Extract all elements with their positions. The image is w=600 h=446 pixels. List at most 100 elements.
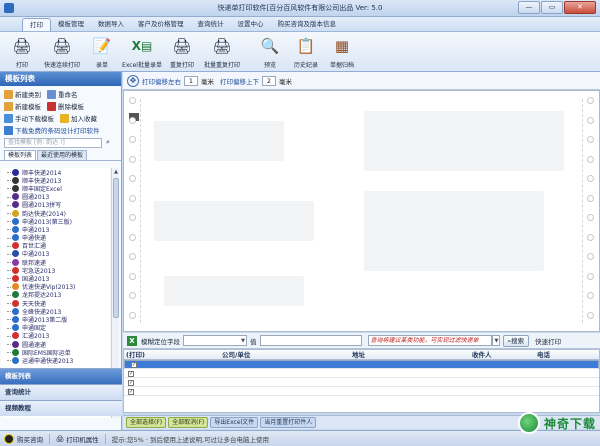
- row-checkbox[interactable]: ✓: [128, 371, 134, 377]
- column-address[interactable]: 地址: [352, 350, 472, 359]
- courier-logo-icon: [12, 332, 19, 340]
- table-row[interactable]: ✓: [124, 387, 599, 396]
- preview-button[interactable]: 🔍 预览: [252, 32, 288, 72]
- column-phone[interactable]: 电话: [537, 350, 593, 359]
- offset-y-input[interactable]: 2: [262, 75, 276, 86]
- template-tree-item[interactable]: 顺丰国定Excel: [2, 184, 110, 193]
- table-row[interactable]: ✓: [124, 369, 599, 378]
- hint-dropdown[interactable]: ▼: [491, 335, 500, 346]
- sidebar-panels: 模板列表 查询统计 视频教程: [0, 368, 122, 416]
- menu-tab-print[interactable]: 打印: [22, 18, 51, 31]
- add-favorite-button[interactable]: 加入收藏: [60, 113, 97, 123]
- excel-import-icon: X▤: [131, 39, 153, 53]
- table-row[interactable]: ✓: [124, 360, 599, 369]
- template-tree-item[interactable]: 汇通2013: [2, 332, 110, 340]
- menu-tab-data-import[interactable]: 数据导入: [91, 18, 131, 31]
- search-button[interactable]: ⌕搜索: [502, 334, 530, 347]
- courier-logo-icon: [12, 168, 19, 176]
- new-template-button[interactable]: 新建模板: [4, 101, 41, 111]
- download-template-button[interactable]: 手动下载模板: [4, 113, 54, 123]
- print-preview-canvas[interactable]: [123, 90, 600, 332]
- reprint-button[interactable]: 🖨 重复打印: [164, 32, 200, 72]
- offset-x-input[interactable]: 1: [184, 75, 198, 86]
- qq-penguin-icon[interactable]: [4, 433, 14, 444]
- move-cross-icon[interactable]: ✥: [127, 74, 139, 87]
- template-tree-item[interactable]: 百世汇通: [2, 242, 110, 250]
- template-tree-item[interactable]: 申通2013第二版: [2, 315, 110, 324]
- menu-tab-settings[interactable]: 设置中心: [231, 18, 271, 31]
- template-tree-item[interactable]: 运通申通快递2013: [2, 356, 110, 365]
- deselect-all-button[interactable]: 全部取消(F): [168, 417, 209, 428]
- menu-tab-customers[interactable]: 客户及价格管理: [131, 18, 191, 31]
- faded-label-area: [364, 191, 544, 271]
- template-tree-item[interactable]: 申通快递: [2, 234, 110, 242]
- download-barcode-software-link[interactable]: 下载免费的条码设计打印软件: [4, 125, 100, 135]
- watermark: 神奇下载: [517, 410, 596, 436]
- maximize-button[interactable]: ▭: [541, 1, 563, 14]
- reprint-icon: 🖨: [172, 37, 192, 55]
- sprocket-hole: [587, 116, 594, 124]
- perforation-line: [140, 99, 141, 323]
- batch-reprint-button[interactable]: 🖨 批量重复打印: [200, 32, 244, 72]
- sprocket-hole: [129, 116, 136, 124]
- excel-import-button[interactable]: X▤ Excel批量录单: [120, 32, 164, 72]
- print-button[interactable]: 🖨 打印: [4, 32, 40, 72]
- scroll-up-icon[interactable]: ▲: [112, 168, 120, 176]
- panel-statistics[interactable]: 查询统计: [0, 384, 122, 400]
- search-icon[interactable]: ⌕: [103, 138, 113, 148]
- magnifier-icon: 🔍: [260, 37, 280, 55]
- excel-icon[interactable]: X: [127, 335, 137, 346]
- delete-template-button[interactable]: 删除模板: [47, 101, 84, 111]
- template-search-input[interactable]: 查找模板 [例: 韵达 !]: [4, 138, 102, 148]
- row-checkbox[interactable]: ✓: [128, 380, 134, 386]
- template-tree-item[interactable]: 宅急送2013: [2, 266, 110, 275]
- template-tree-item[interactable]: 申通2013: [2, 225, 110, 234]
- new-category-button[interactable]: 新建类别: [4, 89, 41, 99]
- faded-label-area: [154, 121, 284, 161]
- printer-icon: 🖨: [56, 434, 65, 443]
- offset-x-control: 打印偏移左右 1 毫米: [142, 75, 214, 86]
- template-tree-item[interactable]: 申通2013(第三版): [2, 217, 110, 226]
- tab-recent-templates[interactable]: 最近使用的模板: [37, 150, 88, 160]
- sprocket-hole: [129, 272, 136, 280]
- column-print[interactable]: (打印): [124, 350, 222, 359]
- hint-input[interactable]: 查询将建议某类功能，可实现过滤快递单: [367, 335, 492, 346]
- history-button[interactable]: 📋 历史纪录: [288, 32, 324, 72]
- reset-sender-button[interactable]: 当月重置打印件人: [260, 417, 317, 428]
- table-row[interactable]: ✓: [124, 378, 599, 387]
- row-checkbox[interactable]: ✓: [131, 362, 137, 368]
- column-recipient[interactable]: 收件人: [472, 350, 537, 359]
- tab-template-list[interactable]: 模板列表: [4, 150, 37, 160]
- template-tree-item[interactable]: 中通2013: [2, 250, 110, 258]
- table-header: (打印) 公司/单位 地址 收件人 电话: [124, 350, 599, 360]
- menu-tab-templates[interactable]: 模板管理: [51, 18, 91, 31]
- rename-button[interactable]: 重命名: [47, 89, 78, 99]
- export-excel-button[interactable]: 导出Excel文件: [210, 417, 259, 428]
- panel-template-list[interactable]: 模板列表: [0, 368, 122, 384]
- faded-label-area: [164, 276, 304, 306]
- panel-video-tutorial[interactable]: 视频教程: [0, 400, 122, 416]
- field-select[interactable]: ▼: [183, 335, 247, 346]
- sprocket-hole: [129, 97, 136, 104]
- fast-print-button[interactable]: 🖨 快速连续打印: [40, 32, 84, 72]
- row-checkbox[interactable]: ✓: [128, 389, 134, 395]
- value-input[interactable]: [259, 335, 362, 346]
- template-tree-item[interactable]: 龙邦提达2013: [2, 291, 110, 299]
- fast-print-toggle[interactable]: 快速打印: [535, 336, 561, 346]
- sprocket-hole: [129, 311, 136, 319]
- close-button[interactable]: ✕: [564, 1, 596, 14]
- template-name: 运通申通快递2013: [22, 357, 74, 365]
- courier-logo-icon: [12, 275, 19, 283]
- menu-tab-statistics[interactable]: 查询统计: [191, 18, 231, 31]
- scroll-thumb[interactable]: [113, 178, 119, 318]
- menu-tab-purchase[interactable]: 购买咨询及版本信息: [271, 18, 344, 31]
- form-entry-button[interactable]: 📝 录单: [84, 32, 120, 72]
- select-all-button[interactable]: 全部选择(F): [126, 417, 167, 428]
- printer-properties-link[interactable]: 打印机属性: [66, 434, 99, 444]
- template-tree-item[interactable]: 申通国定: [2, 324, 110, 332]
- archive-button[interactable]: ▦ 单据归档: [324, 32, 360, 72]
- template-tree-item[interactable]: 联邦速递: [2, 258, 110, 267]
- purchase-contact-link[interactable]: 购买咨询: [17, 434, 43, 444]
- minimize-button[interactable]: —: [518, 1, 540, 14]
- column-company[interactable]: 公司/单位: [222, 350, 352, 359]
